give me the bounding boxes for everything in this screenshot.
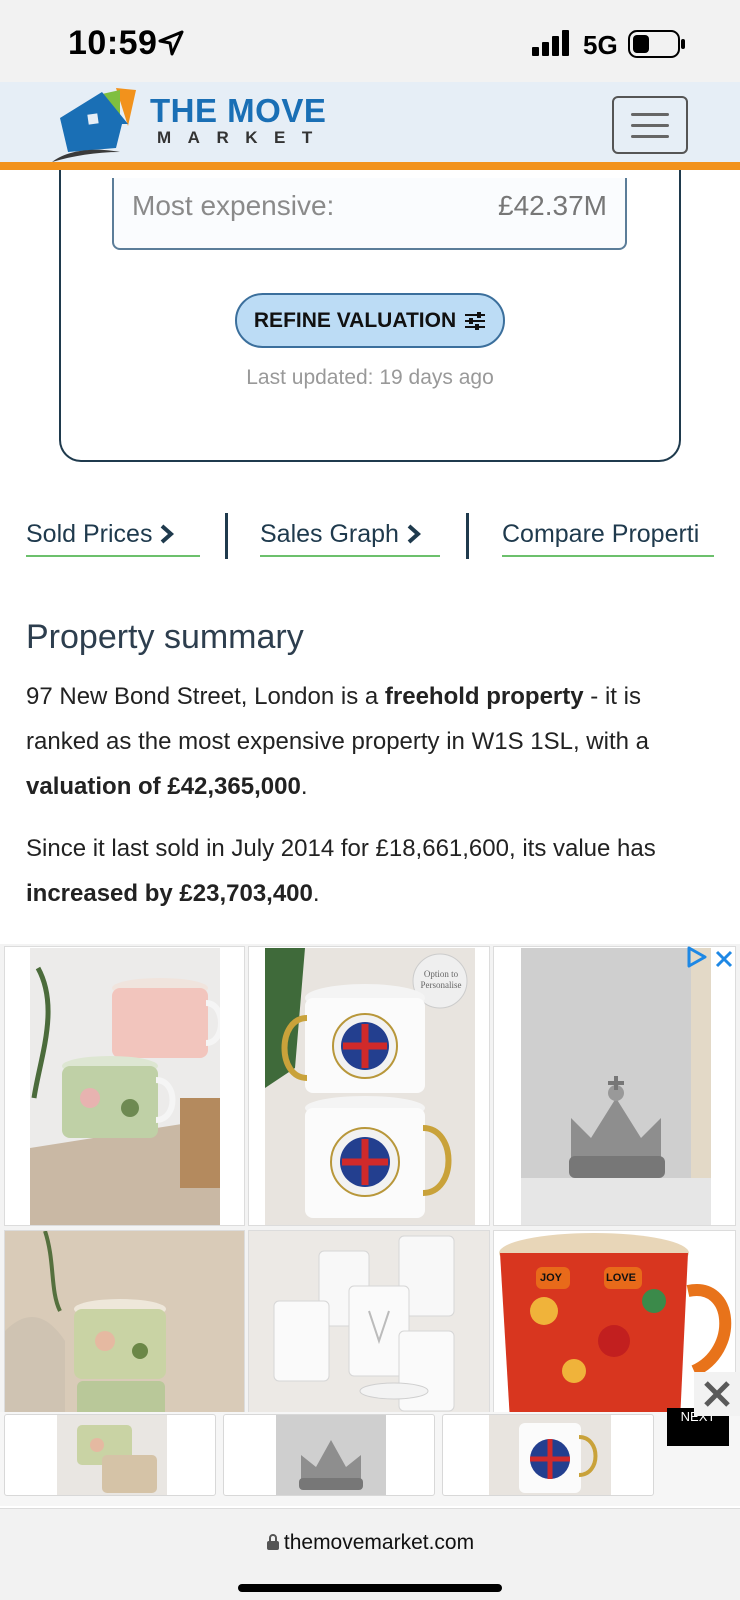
refine-valuation-label: REFINE VALUATION [253, 308, 457, 332]
ad-product-tile[interactable] [4, 1230, 245, 1420]
house-logo-icon[interactable] [50, 86, 142, 166]
logo-title: THE MOVE [150, 92, 327, 129]
sticky-ad-thumb[interactable] [442, 1414, 654, 1496]
summary-text: 97 New Bond Street, London is a [26, 683, 385, 710]
initial-mugs-image [249, 1231, 489, 1419]
price-row: Most expensive: £42.37M [112, 178, 627, 250]
summary-text: . [312, 880, 320, 907]
personalise-badge: Option to Personalise [420, 969, 462, 990]
ad-product-tile[interactable] [4, 946, 245, 1226]
love-label: LOVE [606, 1272, 636, 1284]
price-value: £42.37M [498, 190, 607, 221]
network-type: 5G [583, 30, 618, 60]
home-indicator [238, 1584, 502, 1592]
url-label: themovemarket.com [283, 1531, 475, 1554]
ad-product-tile[interactable] [248, 1230, 490, 1420]
sticky-ad-thumb[interactable] [4, 1414, 216, 1496]
close-icon [704, 1381, 730, 1407]
location-arrow-icon [158, 30, 184, 56]
summary-paragraph-1: 97 New Bond Street, London is a freehold… [26, 674, 716, 809]
summary-text: Since it last sold in July 2014 for £18,… [26, 835, 656, 862]
battery-icon [628, 30, 685, 58]
refine-valuation-button[interactable]: REFINE VALUATION [235, 293, 505, 348]
crown-thumb [276, 1415, 386, 1495]
floral-mugs-thumb [57, 1415, 167, 1495]
last-updated-text: Last updated: 19 days ago [246, 366, 494, 389]
joy-label: JOY [540, 1272, 563, 1284]
status-time: 10:59 [68, 24, 158, 62]
status-bar: 10:59 5G [0, 0, 740, 82]
ad-close-icon[interactable] [715, 950, 733, 968]
sticky-ad-thumb[interactable] [223, 1414, 435, 1496]
coronation-mug-thumb [489, 1415, 611, 1495]
chevron-right-icon [161, 524, 175, 544]
price-label: Most expensive: [132, 190, 335, 221]
compare-properties-label: Compare Properti [502, 520, 700, 548]
stacked-floral-mugs-image [5, 1231, 244, 1419]
site-header: THE MOVE MARKET [0, 82, 740, 170]
link-divider [225, 513, 228, 559]
chevron-right-icon [407, 524, 421, 544]
increase-highlight: increased by £23,703,400 [26, 880, 313, 907]
sliders-icon [465, 311, 486, 330]
browser-url-bar[interactable]: themovemarket.com [0, 1508, 740, 1600]
signal-icon [532, 30, 569, 56]
sold-prices-label: Sold Prices [26, 520, 153, 548]
hamburger-menu-icon [631, 113, 669, 116]
floral-mugs-image [30, 948, 220, 1225]
sticky-ad-close-button[interactable] [694, 1372, 740, 1416]
sticky-ad-bar [0, 1412, 740, 1506]
hamburger-menu-icon-bar [631, 135, 669, 138]
ad-product-tile[interactable] [493, 946, 736, 1226]
silver-crown-image [521, 948, 711, 1225]
valuation-highlight: valuation of £42,365,000 [26, 773, 301, 800]
hamburger-menu-icon-bar [631, 124, 669, 127]
logo-subtitle: MARKET [157, 128, 329, 147]
hamburger-menu-button[interactable] [612, 96, 688, 154]
summary-heading: Property summary [26, 618, 304, 656]
link-divider [466, 513, 469, 559]
ad-product-tile[interactable]: Option to Personalise [248, 946, 490, 1226]
sold-prices-link[interactable]: Sold Prices [26, 520, 200, 557]
sales-graph-link[interactable]: Sales Graph [260, 520, 440, 557]
tenure-highlight: freehold property [384, 683, 584, 710]
sales-graph-label: Sales Graph [260, 520, 399, 548]
adchoices-icon[interactable] [686, 946, 708, 968]
summary-text: . [300, 773, 308, 800]
summary-paragraph-2: Since it last sold in July 2014 for £18,… [26, 826, 716, 916]
compare-properties-link[interactable]: Compare Properti [502, 520, 714, 557]
lock-icon [266, 1534, 279, 1550]
url-text: themovemarket.com [0, 1531, 740, 1555]
